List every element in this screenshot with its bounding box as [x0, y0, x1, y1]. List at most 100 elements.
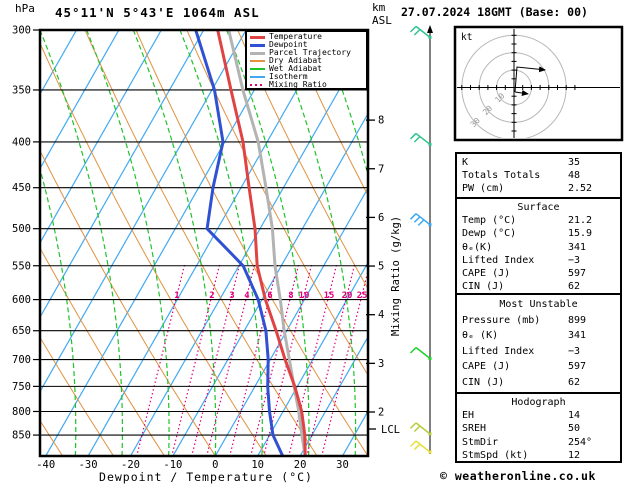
- stats-box-hodograph: HodographEH14SREH50StmDir254°StmSpd (kt)…: [455, 392, 622, 463]
- stats-box-most-unstable: Most UnstablePressure (mb)899θₑ (K)341Li…: [455, 293, 622, 394]
- credit-watermark: © weatheronline.co.uk: [440, 469, 596, 483]
- stat-value: 597: [568, 267, 615, 280]
- stat-label: Totals Totals: [462, 169, 568, 182]
- svg-text:8: 8: [378, 115, 384, 127]
- stat-value: 48: [568, 169, 615, 182]
- svg-text:300: 300: [12, 25, 31, 37]
- stat-value: −3: [568, 254, 615, 267]
- legend-swatch: [250, 52, 265, 55]
- x-axis-label: Dewpoint / Temperature (°C): [40, 470, 372, 484]
- stats-box-title: Most Unstable: [462, 297, 615, 313]
- stat-label: CIN (J): [462, 280, 568, 293]
- stat-label: Lifted Index: [462, 254, 568, 267]
- legend-label: Mixing Ratio: [269, 81, 327, 89]
- stat-value: 21.2: [568, 214, 615, 227]
- wind-barb-column: [411, 25, 434, 454]
- svg-text:3: 3: [229, 291, 234, 301]
- stat-value: 2.52: [568, 182, 615, 195]
- stat-row: CAPE (J)597: [462, 267, 615, 280]
- svg-text:6: 6: [267, 291, 272, 301]
- stat-row: Lifted Index−3: [462, 344, 615, 360]
- svg-text:7: 7: [378, 163, 384, 175]
- svg-text:3: 3: [378, 358, 384, 370]
- stat-value: 14: [568, 409, 615, 422]
- svg-text:25: 25: [357, 291, 368, 301]
- stat-row: θₑ (K)341: [462, 328, 615, 344]
- legend-swatch: [250, 60, 265, 62]
- stat-row: CIN (J)62: [462, 375, 615, 391]
- stat-label: K: [462, 156, 568, 169]
- stat-row: θₑ(K)341: [462, 241, 615, 254]
- stat-label: Lifted Index: [462, 344, 568, 360]
- pressure-gridlines: [41, 90, 367, 435]
- wind-barb-icon: [411, 347, 432, 360]
- stat-row: Dewp (°C)15.9: [462, 227, 615, 240]
- stat-label: Dewp (°C): [462, 227, 568, 240]
- mixing-ratio-lines: [138, 265, 370, 453]
- stat-row: PW (cm)2.52: [462, 182, 615, 195]
- svg-text:15: 15: [324, 291, 335, 301]
- svg-text:4: 4: [378, 309, 384, 321]
- stat-label: Pressure (mb): [462, 313, 568, 329]
- svg-text:650: 650: [12, 325, 31, 337]
- stat-row: StmSpd (kt)12: [462, 449, 615, 462]
- pressure-tick-labels: 300350400450500550600650700750800850: [12, 25, 40, 442]
- stat-row: Totals Totals48: [462, 169, 615, 182]
- legend-item-wet-adiabat: Wet Adiabat: [250, 65, 366, 73]
- stats-box-title: Surface: [462, 201, 615, 214]
- stat-label: PW (cm): [462, 182, 568, 195]
- skewt-sounding-page: 1234681015202530035040045050055060065070…: [0, 0, 629, 486]
- stat-label: CIN (J): [462, 375, 568, 391]
- legend-swatch: [250, 36, 265, 39]
- svg-text:1: 1: [174, 291, 179, 301]
- stat-row: StmDir254°: [462, 436, 615, 449]
- stats-box-indices: K35Totals Totals48PW (cm)2.52: [455, 152, 622, 199]
- stat-label: EH: [462, 409, 568, 422]
- hodograph-unit-label: kt: [461, 32, 472, 43]
- station-title: 45°11'N 5°43'E 1064m ASL: [55, 5, 260, 20]
- svg-text:6: 6: [378, 212, 384, 224]
- stat-label: θₑ (K): [462, 328, 568, 344]
- stat-value: 62: [568, 375, 615, 391]
- wind-barb-icon: [411, 441, 432, 454]
- svg-text:400: 400: [12, 136, 31, 148]
- svg-text:20: 20: [342, 291, 353, 301]
- stat-value: 62: [568, 280, 615, 293]
- stat-row: Temp (°C)21.2: [462, 214, 615, 227]
- svg-text:750: 750: [12, 381, 31, 393]
- stat-row: K35: [462, 156, 615, 169]
- stat-label: SREH: [462, 422, 568, 435]
- wind-barb-icon: [411, 214, 432, 227]
- svg-text:350: 350: [12, 84, 31, 96]
- legend-swatch: [250, 76, 265, 78]
- legend-swatch: [250, 44, 265, 47]
- svg-text:850: 850: [12, 430, 31, 442]
- stats-box-title: Hodograph: [462, 396, 615, 409]
- svg-text:2: 2: [209, 291, 214, 301]
- lcl-label: LCL: [381, 424, 400, 436]
- pressure-axis-unit: hPa: [15, 2, 35, 15]
- legend-swatch: [250, 84, 265, 86]
- svg-text:4: 4: [244, 291, 250, 301]
- stat-value: 899: [568, 313, 615, 329]
- stat-row: EH14: [462, 409, 615, 422]
- svg-text:5: 5: [378, 261, 384, 273]
- stat-label: θₑ(K): [462, 241, 568, 254]
- stat-value: 341: [568, 328, 615, 344]
- stat-label: Temp (°C): [462, 214, 568, 227]
- svg-text:700: 700: [12, 354, 31, 366]
- stat-row: SREH50: [462, 422, 615, 435]
- stats-box-surface: SurfaceTemp (°C)21.2Dewp (°C)15.9θₑ(K)34…: [455, 197, 622, 295]
- svg-text:450: 450: [12, 182, 31, 194]
- svg-text:600: 600: [12, 294, 31, 306]
- stat-value: 15.9: [568, 227, 615, 240]
- altitude-axis-unit: kmASL: [372, 1, 392, 27]
- stat-value: 12: [568, 449, 615, 462]
- legend-item-mixing-ratio: Mixing Ratio: [250, 81, 366, 89]
- stat-row: CIN (J)62: [462, 280, 615, 293]
- stat-row: Pressure (mb)899: [462, 313, 615, 329]
- legend-swatch: [250, 68, 265, 70]
- svg-text:800: 800: [12, 406, 31, 418]
- stat-value: 50: [568, 422, 615, 435]
- altitude-axis-asl: ASL: [372, 14, 392, 27]
